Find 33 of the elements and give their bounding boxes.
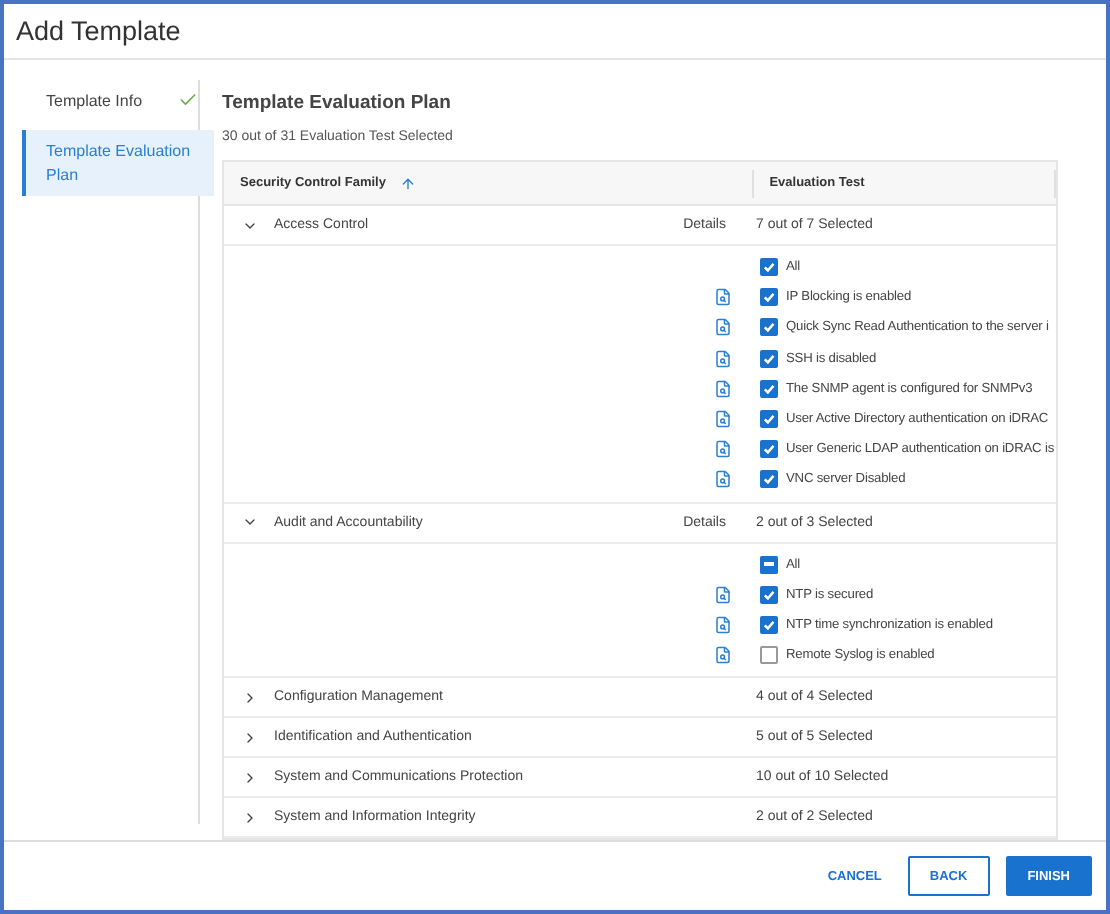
details-icon[interactable] — [714, 585, 732, 604]
checkbox[interactable] — [760, 379, 778, 398]
details-icon[interactable] — [714, 318, 732, 337]
chevron-down-icon[interactable] — [242, 514, 258, 530]
step-item[interactable]: Template Evaluation Plan — [22, 130, 214, 196]
details-icon[interactable] — [714, 440, 732, 459]
check-icon — [178, 90, 198, 110]
checkbox[interactable] — [760, 349, 778, 368]
checkbox[interactable] — [760, 318, 778, 337]
checkbox[interactable] — [760, 258, 778, 277]
checkbox[interactable] — [760, 288, 778, 307]
checkbox[interactable] — [760, 440, 778, 459]
checkbox[interactable] — [760, 410, 778, 429]
details-icon[interactable] — [714, 646, 732, 665]
details-icon[interactable] — [714, 615, 732, 634]
sort-arrow-icon[interactable] — [399, 175, 416, 191]
panel-title: Template Evaluation Plan — [222, 92, 453, 114]
step-item[interactable]: Template Info — [22, 80, 214, 122]
checkbox[interactable] — [760, 555, 778, 574]
checkbox[interactable] — [760, 615, 778, 634]
chevron-right-icon[interactable] — [242, 729, 258, 746]
details-icon[interactable] — [714, 288, 732, 307]
checkbox[interactable] — [760, 470, 778, 489]
details-icon[interactable] — [714, 379, 732, 398]
checkbox[interactable] — [760, 646, 778, 665]
checkbox[interactable] — [760, 585, 778, 604]
details-icon[interactable] — [714, 410, 732, 429]
details-icon[interactable] — [714, 349, 732, 368]
chevron-right-icon[interactable] — [242, 769, 258, 786]
chevron-right-icon[interactable] — [242, 809, 258, 826]
details-icon[interactable] — [714, 470, 732, 489]
chevron-right-icon[interactable] — [242, 689, 258, 706]
window-title: Add Template — [16, 16, 181, 46]
